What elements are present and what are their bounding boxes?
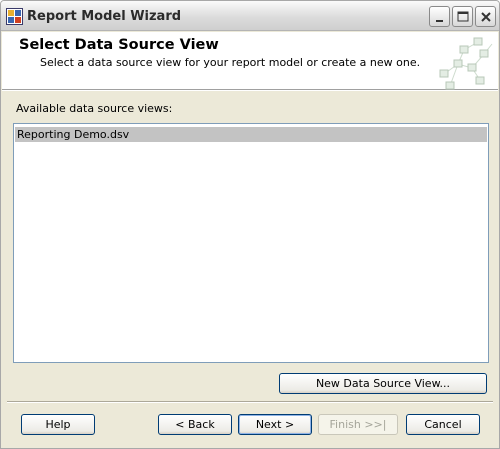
header-divider — [2, 90, 498, 91]
maximize-icon — [457, 11, 469, 22]
footer-divider-highlight — [7, 402, 493, 403]
back-button[interactable]: < Back — [158, 414, 232, 435]
wizard-header: Select Data Source View Select a data so… — [2, 32, 498, 90]
data-source-view-list[interactable]: Reporting Demo.dsv — [13, 123, 489, 363]
list-label: Available data source views: — [16, 102, 172, 115]
wizard-app-icon — [6, 8, 23, 25]
close-icon — [481, 12, 491, 22]
help-button[interactable]: Help — [21, 414, 95, 435]
new-data-source-view-button[interactable]: New Data Source View... — [279, 373, 487, 394]
cancel-button[interactable]: Cancel — [406, 414, 480, 435]
finish-button[interactable]: Finish >>| — [318, 414, 398, 435]
wizard-window: Report Model Wizard Select Data Source V… — [0, 0, 500, 449]
minimize-icon — [436, 20, 443, 22]
maximize-button[interactable] — [452, 6, 473, 27]
close-button[interactable] — [475, 6, 496, 27]
minimize-button[interactable] — [429, 6, 450, 27]
network-graphic-icon — [434, 34, 496, 90]
list-label-text: Available data source views: — [16, 102, 173, 115]
page-title: Select Data Source View — [19, 37, 219, 53]
page-subtitle: Select a data source view for your repor… — [40, 56, 421, 69]
next-button[interactable]: Next > — [238, 414, 312, 435]
list-item[interactable]: Reporting Demo.dsv — [15, 127, 487, 142]
window-title: Report Model Wizard — [27, 9, 182, 24]
title-bar[interactable]: Report Model Wizard — [1, 1, 499, 31]
